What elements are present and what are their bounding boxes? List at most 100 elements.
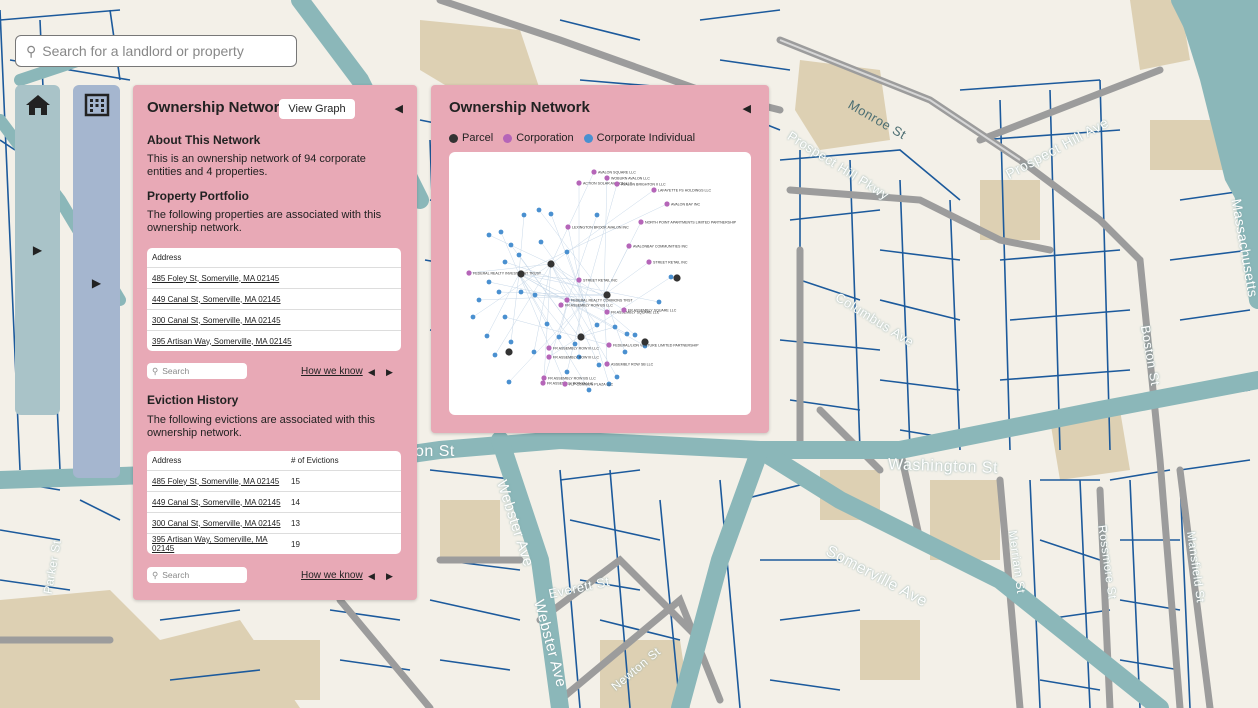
address-link[interactable]: 300 Canal St, Somerville, MA 02145 (152, 316, 281, 325)
corporation-node[interactable] (466, 270, 472, 276)
corporate-individual-node[interactable] (496, 289, 502, 295)
home-rail[interactable]: ▶ (15, 85, 60, 415)
how-we-know-link[interactable]: How we know (301, 366, 363, 377)
eviction-search-input[interactable]: ⚲ Search (147, 567, 247, 583)
corporation-node[interactable] (604, 361, 610, 367)
table-row[interactable]: 485 Foley St, Somerville, MA 02145 15 (147, 470, 401, 491)
corporate-individual-node[interactable] (470, 314, 476, 320)
corporate-individual-node[interactable] (502, 259, 508, 265)
address-link[interactable]: 395 Artisan Way, Somerville, MA 02145 (152, 535, 291, 553)
corporation-node[interactable] (541, 375, 547, 381)
corporate-individual-node[interactable] (544, 321, 550, 327)
address-link[interactable]: 485 Foley St, Somerville, MA 02145 (152, 477, 291, 486)
corporation-node[interactable] (562, 381, 568, 387)
address-link[interactable]: 395 Artisan Way, Somerville, MA 02145 (152, 337, 292, 346)
corporate-individual-node[interactable] (548, 211, 554, 217)
corporation-node[interactable] (546, 354, 552, 360)
table-row[interactable]: 449 Canal St, Somerville, MA 02145 14 (147, 491, 401, 512)
corporate-individual-node[interactable] (612, 324, 618, 330)
corporate-individual-node[interactable] (594, 322, 600, 328)
parcel-node[interactable] (603, 291, 611, 299)
corporation-node[interactable] (565, 224, 571, 230)
corporation-node[interactable] (606, 342, 612, 348)
corporation-node[interactable] (664, 201, 670, 207)
parcel-node[interactable] (505, 348, 513, 356)
corporate-individual-node[interactable] (508, 339, 514, 345)
landlord-search-input[interactable]: ⚲ Search for a landlord or property (15, 35, 297, 67)
corporate-individual-node[interactable] (492, 352, 498, 358)
next-page-icon[interactable]: ▶ (386, 571, 393, 582)
corporate-individual-node[interactable] (538, 239, 544, 245)
building-rail[interactable]: ▶ (73, 85, 120, 478)
corporate-individual-node[interactable] (506, 379, 512, 385)
corporate-individual-node[interactable] (486, 232, 492, 238)
expand-arrow-icon[interactable]: ▶ (33, 243, 42, 257)
building-icon[interactable] (84, 93, 110, 122)
corporation-node[interactable] (604, 309, 610, 315)
expand-arrow-icon[interactable]: ▶ (92, 276, 101, 290)
corporation-node[interactable] (546, 345, 552, 351)
corporation-node[interactable] (638, 219, 644, 225)
corporation-node[interactable] (591, 169, 597, 175)
corporate-individual-node[interactable] (502, 314, 508, 320)
corporate-individual-node[interactable] (564, 369, 570, 375)
corporate-individual-node[interactable] (622, 349, 628, 355)
corporate-individual-node[interactable] (521, 212, 527, 218)
address-link[interactable]: 449 Canal St, Somerville, MA 02145 (152, 498, 291, 507)
parcel-node[interactable] (517, 270, 525, 278)
corporate-individual-node[interactable] (656, 299, 662, 305)
network-graph[interactable]: AVALON SQUARE LLC WOBURN AVALON LLC ACTION… (449, 152, 751, 415)
parcel-node[interactable] (547, 260, 555, 268)
corporate-individual-node[interactable] (531, 349, 537, 355)
corporation-node[interactable] (540, 380, 546, 386)
corporate-individual-node[interactable] (532, 292, 538, 298)
parcel-node[interactable] (673, 274, 681, 282)
corporate-individual-node[interactable] (596, 362, 602, 368)
corporate-individual-node[interactable] (498, 229, 504, 235)
portfolio-search-input[interactable]: ⚲ Search (147, 363, 247, 379)
corporate-individual-node[interactable] (518, 289, 524, 295)
corporate-individual-node[interactable] (484, 333, 490, 339)
table-row[interactable]: 300 Canal St, Somerville, MA 02145 13 (147, 512, 401, 533)
network-graph-canvas[interactable]: AVALON SQUARE LLCWOBURN AVALON LLCACTION… (449, 152, 751, 415)
corporation-node[interactable] (614, 181, 620, 187)
corporation-node[interactable] (646, 259, 652, 265)
parcel-node[interactable] (577, 333, 585, 341)
corporate-individual-node[interactable] (614, 374, 620, 380)
corporate-individual-node[interactable] (668, 274, 674, 280)
prev-page-icon[interactable]: ◀ (368, 367, 375, 378)
corporate-individual-node[interactable] (486, 279, 492, 285)
corporation-node[interactable] (576, 180, 582, 186)
corporate-individual-node[interactable] (632, 332, 638, 338)
prev-page-icon[interactable]: ◀ (368, 571, 375, 582)
corporate-individual-node[interactable] (536, 207, 542, 213)
table-row[interactable]: 300 Canal St, Somerville, MA 02145 (147, 309, 401, 330)
table-row[interactable]: 449 Canal St, Somerville, MA 02145 (147, 288, 401, 309)
corporation-node[interactable] (621, 307, 627, 313)
corporation-node[interactable] (604, 175, 610, 181)
collapse-panel-icon[interactable]: ◀ (395, 102, 403, 115)
table-row[interactable]: 395 Artisan Way, Somerville, MA 02145 (147, 330, 401, 351)
home-icon[interactable] (25, 93, 51, 122)
table-row[interactable]: 395 Artisan Way, Somerville, MA 02145 19 (147, 533, 401, 554)
next-page-icon[interactable]: ▶ (386, 367, 393, 378)
address-link[interactable]: 449 Canal St, Somerville, MA 02145 (152, 295, 281, 304)
corporation-node[interactable] (576, 277, 582, 283)
corporate-individual-node[interactable] (564, 249, 570, 255)
parcel-node[interactable] (641, 338, 649, 346)
corporate-individual-node[interactable] (508, 242, 514, 248)
collapse-panel-icon[interactable]: ◀ (743, 102, 751, 115)
corporate-individual-node[interactable] (516, 252, 522, 258)
address-link[interactable]: 485 Foley St, Somerville, MA 02145 (152, 274, 279, 283)
corporation-node[interactable] (626, 243, 632, 249)
view-graph-button[interactable]: View Graph (279, 99, 355, 119)
corporation-node[interactable] (651, 187, 657, 193)
address-link[interactable]: 300 Canal St, Somerville, MA 02145 (152, 519, 291, 528)
corporation-node[interactable] (558, 302, 564, 308)
corporate-individual-node[interactable] (476, 297, 482, 303)
corporate-individual-node[interactable] (556, 334, 562, 340)
corporate-individual-node[interactable] (586, 387, 592, 393)
how-we-know-link[interactable]: How we know (301, 570, 363, 581)
corporate-individual-node[interactable] (594, 212, 600, 218)
corporate-individual-node[interactable] (624, 331, 630, 337)
